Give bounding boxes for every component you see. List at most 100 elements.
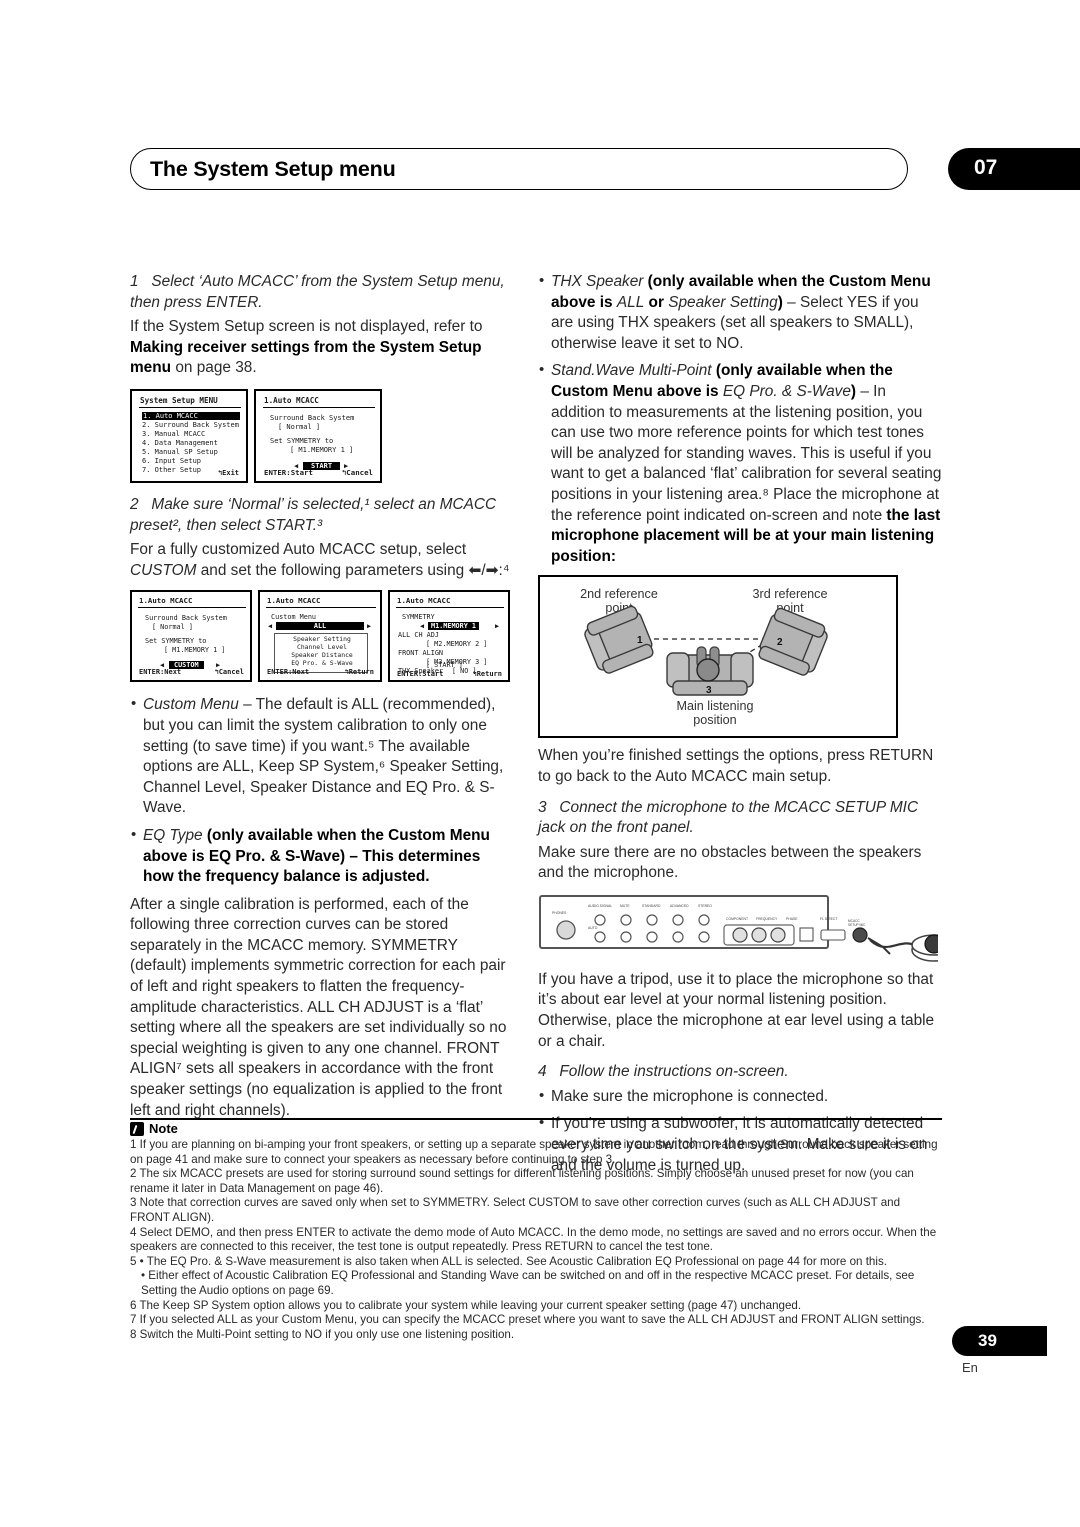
svg-text:STANDARD: STANDARD: [642, 904, 661, 908]
phones-jack: [556, 920, 576, 940]
osd-option-eq-pro[interactable]: EQ Pro. & S-Wave: [260, 659, 384, 667]
osd-menu-item-4[interactable]: 5. Manual SP Setup: [142, 448, 218, 456]
svg-text:AUDIO SIGNAL: AUDIO SIGNAL: [588, 904, 612, 908]
osd-auto-mcacc-normal: 1.Auto MCACC Surround Back System [ Norm…: [254, 388, 382, 483]
osd-cancel-label: ↰Cancel: [214, 668, 244, 677]
after-panel-paragraph: If you have a tripod, use it to place th…: [538, 970, 935, 1050]
step-4-bullet-0: Make sure the microphone is connected.: [538, 1086, 942, 1108]
osd-symmetry-value[interactable]: [ M1.MEMORY 1 ]: [290, 446, 353, 454]
bullet-thx-speaker-bold2: or: [644, 293, 669, 311]
osd-menu-item-2[interactable]: 3. Manual MCACC: [142, 430, 205, 438]
osd-menu-item-0[interactable]: 1. Auto MCACC: [142, 411, 240, 420]
osd-surround-back-value[interactable]: [ Normal ]: [278, 423, 320, 431]
osd-custom-menu: 1.Auto MCACC Custom Menu ◀ ALL ▶ Speaker…: [258, 590, 384, 683]
osd-custom-menu-value[interactable]: ALL: [276, 622, 364, 631]
step-4-text: Follow the instructions on-screen.: [559, 1063, 789, 1081]
osd-row-value-all-ch-adj[interactable]: [ M2.MEMORY 2 ]: [426, 640, 487, 648]
osd-cancel-label: ↰Cancel: [341, 467, 373, 477]
osd-enter-label: ENTER:Start: [264, 467, 313, 477]
osd-title: 1.Auto MCACC: [139, 596, 193, 606]
step-2-body-pre: For a fully customized Auto MCACC setup,…: [130, 541, 467, 559]
bullet-stand-wave-rest: – In addition to measurements at the lis…: [551, 382, 942, 524]
bullet-stand-wave-ital1: EQ Pro. & S-Wave: [722, 382, 851, 400]
osd-surround-back-label: Surround Back System: [145, 614, 227, 623]
osd-menu-item-5[interactable]: 6. Input Setup: [142, 457, 201, 465]
bullet-thx-speaker-lead: THX Speaker: [551, 273, 644, 290]
osd-option-speaker-setting[interactable]: Speaker Setting: [260, 635, 384, 643]
front-panel-diagram: PHONES AUDIO SIGNAL MUTE STANDARD ADVANC…: [538, 892, 957, 962]
osd-auto-mcacc-custom: 1.Auto MCACC Surround Back System [ Norm…: [130, 590, 252, 683]
osd-arrow-right-icon: ▶: [367, 622, 372, 631]
bullet-custom-menu: Custom Menu – The default is ALL (recomm…: [130, 694, 512, 819]
bullet-stand-wave: Stand.Wave Multi-Point (only available w…: [538, 360, 942, 567]
bullet-eq-type-lead: EQ Type: [143, 826, 203, 844]
osd-start-button[interactable]: [ START ]: [426, 661, 463, 669]
osd-enter-label: ENTER:Next: [267, 668, 310, 677]
osd-row-label-all-ch-adj: ALL CH ADJ: [398, 631, 439, 640]
right-column: THX Speaker (only available when the Cus…: [538, 271, 957, 1183]
osd-symmetry-value[interactable]: [ M1.MEMORY 1 ]: [164, 646, 225, 654]
chapter-badge: 07: [948, 148, 1080, 190]
front-panel-svg: PHONES AUDIO SIGNAL MUTE STANDARD ADVANC…: [539, 894, 957, 962]
osd-title: 1.Auto MCACC: [267, 596, 321, 606]
osd-arrow-right-icon: ▶: [495, 622, 500, 631]
osd-return-label: ↰Return: [472, 670, 502, 679]
note-item-3: 3 Note that correction curves are saved …: [130, 1196, 901, 1224]
note-item-7: 7 If you selected ALL as your Custom Men…: [130, 1313, 925, 1327]
osd-custom-menu-label: Custom Menu: [271, 613, 317, 622]
bullet-eq-type: EQ Type (only available when the Custom …: [130, 825, 512, 888]
osd-menu-item-1[interactable]: 2. Surround Back System: [142, 421, 239, 429]
step-4-title: 4 Follow the instructions on-screen.: [538, 1062, 942, 1083]
step-2-number: 2: [130, 495, 139, 513]
note-item-2: 2 The six MCACC presets are used for sto…: [130, 1167, 914, 1195]
page-number: 39: [978, 1331, 997, 1350]
svg-text:ADVANCED: ADVANCED: [670, 904, 689, 908]
svg-text:MUTE: MUTE: [620, 904, 630, 908]
language-code: En: [962, 1360, 978, 1375]
osd-screens-pair: System Setup MENU 1. Auto MCACC 2. Surro…: [130, 388, 512, 483]
chapter-number: 07: [974, 156, 998, 179]
osd-exit-label: ↰Exit: [217, 468, 239, 477]
page-number-badge: 39: [952, 1326, 1047, 1356]
mcacc-setup-mic-jack: [852, 927, 868, 943]
sofa-3-number: 3: [706, 685, 712, 696]
note-divider: [130, 1118, 942, 1120]
osd-mcacc-presets: 1.Auto MCACC SYMMETRY ◀ M1.MEMORY 1 ▶ AL…: [388, 590, 510, 683]
osd-option-speaker-distance[interactable]: Speaker Distance: [260, 651, 384, 659]
page-header: The System Setup menu 07: [130, 148, 1080, 192]
step-2-body-post: and set the following parameters using ⬅…: [196, 561, 510, 579]
osd-symmetry-label: Set SYMMETRY to: [270, 436, 334, 445]
notes-list: 1 If you are planning on bi-amping your …: [130, 1138, 942, 1342]
svg-text:FREQUENCY: FREQUENCY: [756, 917, 778, 921]
osd-row-label-front-align: FRONT ALIGN: [398, 649, 444, 658]
step-1-body: If the System Setup screen is not displa…: [130, 317, 512, 379]
bullet-thx-speaker-ital1: ALL: [616, 293, 645, 311]
step-3-text: Connect the microphone to the MCACC SETU…: [538, 798, 919, 837]
correction-curves-paragraph: After a single calibration is performed,…: [130, 895, 507, 1119]
phones-label: PHONES: [552, 911, 567, 915]
chair-1: [584, 606, 654, 675]
osd-surround-back-value[interactable]: [ Normal ]: [152, 623, 193, 631]
osd-title: 1.Auto MCACC: [264, 395, 319, 405]
osd-title: System Setup MENU: [140, 395, 218, 405]
osd-option-channel-level[interactable]: Channel Level: [260, 643, 384, 651]
step-3-body: Make sure there are no obstacles between…: [538, 843, 922, 882]
chair-1-number: 1: [637, 635, 643, 646]
bullet-custom-menu-text: – The default is ALL (recommended), but …: [143, 696, 504, 817]
svg-text:SETUP MIC: SETUP MIC: [848, 923, 866, 927]
bullet-thx-speaker: THX Speaker (only available when the Cus…: [538, 271, 942, 354]
note-heading: Note: [149, 1121, 178, 1136]
bullet-stand-wave-lead: Stand.Wave Multi-Point: [551, 362, 712, 380]
osd-menu-item-6[interactable]: 7. Other Setup: [142, 466, 201, 474]
osd-symmetry-label: Set SYMMETRY to: [145, 637, 207, 646]
svg-text:STEREO: STEREO: [698, 904, 712, 908]
step-2-body-italic: CUSTOM: [130, 561, 197, 579]
right-bullet-list: THX Speaker (only available when the Cus…: [538, 271, 942, 567]
step-2-text: Make sure ‘Normal’ is selected,¹ select …: [130, 495, 497, 534]
osd-menu-item-3[interactable]: 4. Data Management: [142, 439, 218, 447]
step-1-number: 1: [130, 273, 139, 290]
step-3-number: 3: [538, 798, 547, 816]
note-item-8: 8 Switch the Multi-Point setting to NO i…: [130, 1327, 515, 1341]
note-item-4: 4 Select DEMO, and then press ENTER to a…: [130, 1225, 937, 1254]
osd-row-value-symmetry[interactable]: M1.MEMORY 1: [428, 622, 480, 631]
